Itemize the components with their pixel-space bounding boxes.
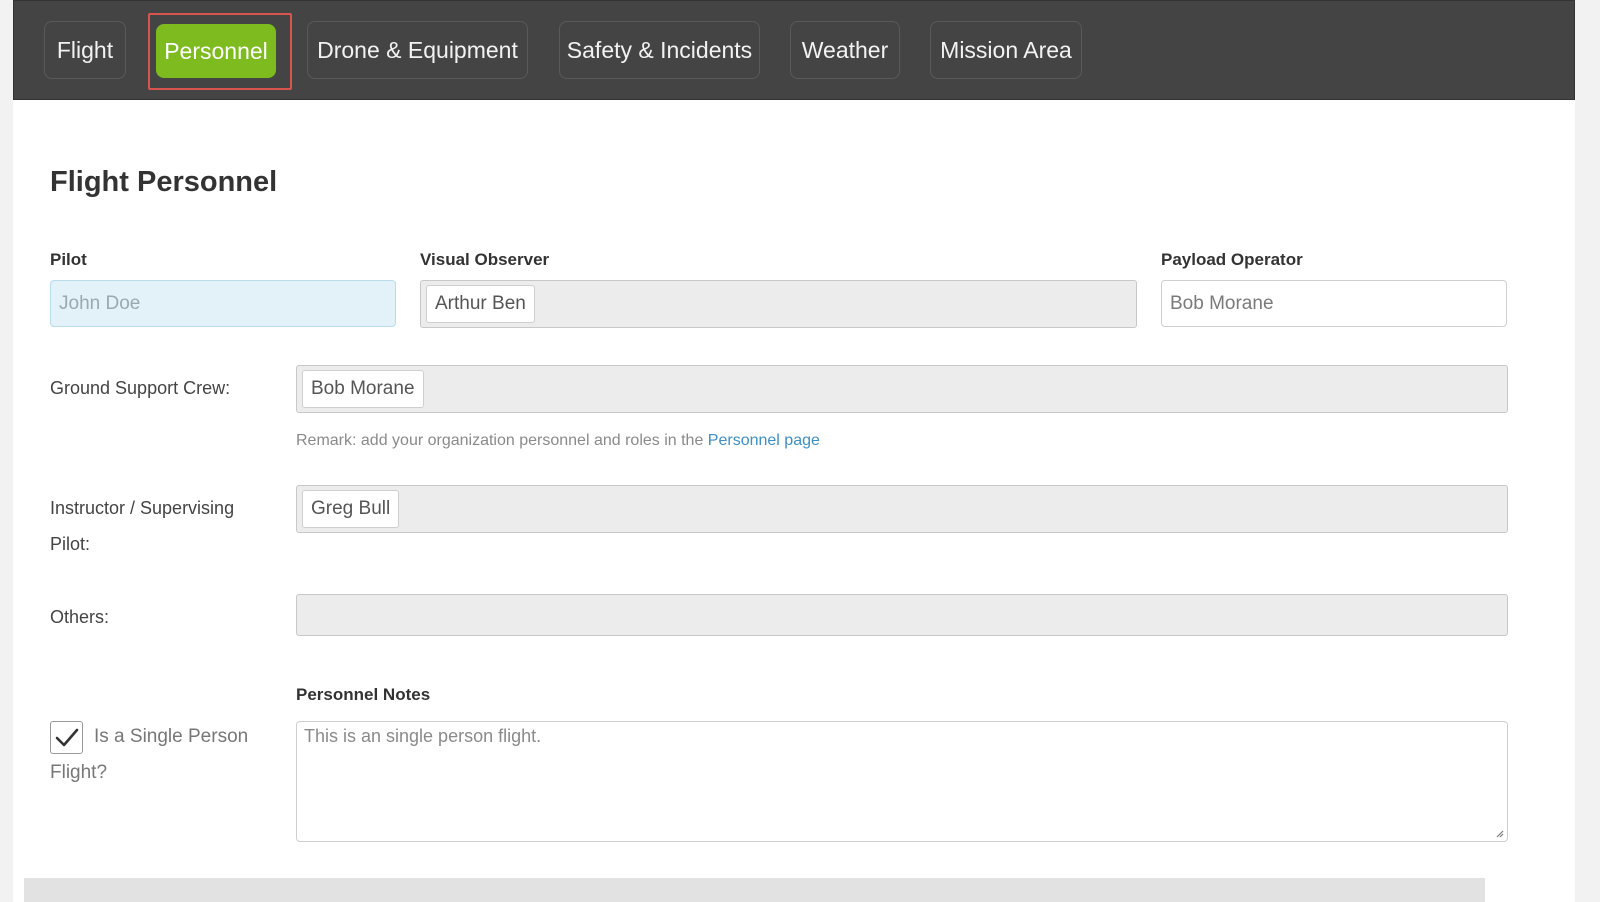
tab-label: Mission Area [940, 36, 1072, 63]
pilot-label: Pilot [50, 250, 87, 269]
main-panel: Flight Personnel Drone & Equipment Safet… [13, 0, 1575, 902]
tab-drone-equipment[interactable]: Drone & Equipment [307, 21, 528, 79]
tab-bar: Flight Personnel Drone & Equipment Safet… [13, 0, 1575, 100]
instructor-label: Instructor / Supervising Pilot: [50, 498, 235, 554]
tag-chip[interactable]: Arthur Ben [426, 285, 535, 323]
single-person-checkbox[interactable] [50, 721, 83, 754]
personnel-notes-textarea[interactable]: This is an single person flight. [296, 721, 1508, 842]
tab-label: Flight [56, 36, 114, 63]
personnel-notes-value: This is an single person flight. [304, 726, 542, 746]
tag-label: Greg Bull [311, 498, 391, 519]
personnel-page-link[interactable]: Personnel page [708, 432, 820, 449]
payload-operator-label: Payload Operator [1161, 250, 1303, 269]
payload-operator-field[interactable]: Bob Morane [1161, 280, 1507, 327]
ground-support-field[interactable]: Bob Morane [296, 365, 1508, 413]
visual-observer-field[interactable]: Arthur Ben [420, 280, 1137, 328]
tab-label: Weather [801, 36, 889, 63]
tab-label: Personnel [164, 37, 268, 64]
payload-operator-value: Bob Morane [1170, 292, 1274, 314]
tab-mission-area[interactable]: Mission Area [930, 21, 1082, 79]
tab-safety-incidents[interactable]: Safety & Incidents [559, 21, 760, 79]
tab-label: Safety & Incidents [566, 36, 753, 63]
tab-label: Drone & Equipment [317, 36, 518, 63]
remark-prefix: Remark: add your organization personnel … [296, 432, 708, 449]
visual-observer-label: Visual Observer [420, 250, 550, 269]
others-field[interactable] [296, 594, 1508, 636]
personnel-notes-label: Personnel Notes [296, 685, 431, 704]
tab-flight[interactable]: Flight [44, 21, 126, 79]
tag-label: Arthur Ben [435, 293, 526, 314]
pilot-value: John Doe [59, 292, 141, 314]
tab-personnel[interactable]: Personnel [156, 24, 276, 78]
footer-bar [24, 878, 1485, 902]
resize-handle-icon[interactable] [1494, 828, 1504, 838]
remark-text: Remark: add your organization personnel … [296, 432, 820, 450]
checkmark-icon [55, 728, 78, 746]
pilot-field[interactable]: John Doe [50, 280, 396, 327]
page-title: Flight Personnel [50, 166, 278, 198]
single-person-label: Is a Single Person Flight? [50, 726, 249, 783]
tag-chip[interactable]: Greg Bull [302, 490, 400, 528]
page-gutter [1575, 0, 1600, 902]
tag-chip[interactable]: Bob Morane [302, 370, 424, 408]
others-label: Others: [50, 607, 110, 627]
instructor-field[interactable]: Greg Bull [296, 485, 1508, 533]
ground-support-label: Ground Support Crew: [50, 378, 231, 398]
tab-weather[interactable]: Weather [790, 21, 900, 79]
tag-label: Bob Morane [311, 378, 415, 399]
